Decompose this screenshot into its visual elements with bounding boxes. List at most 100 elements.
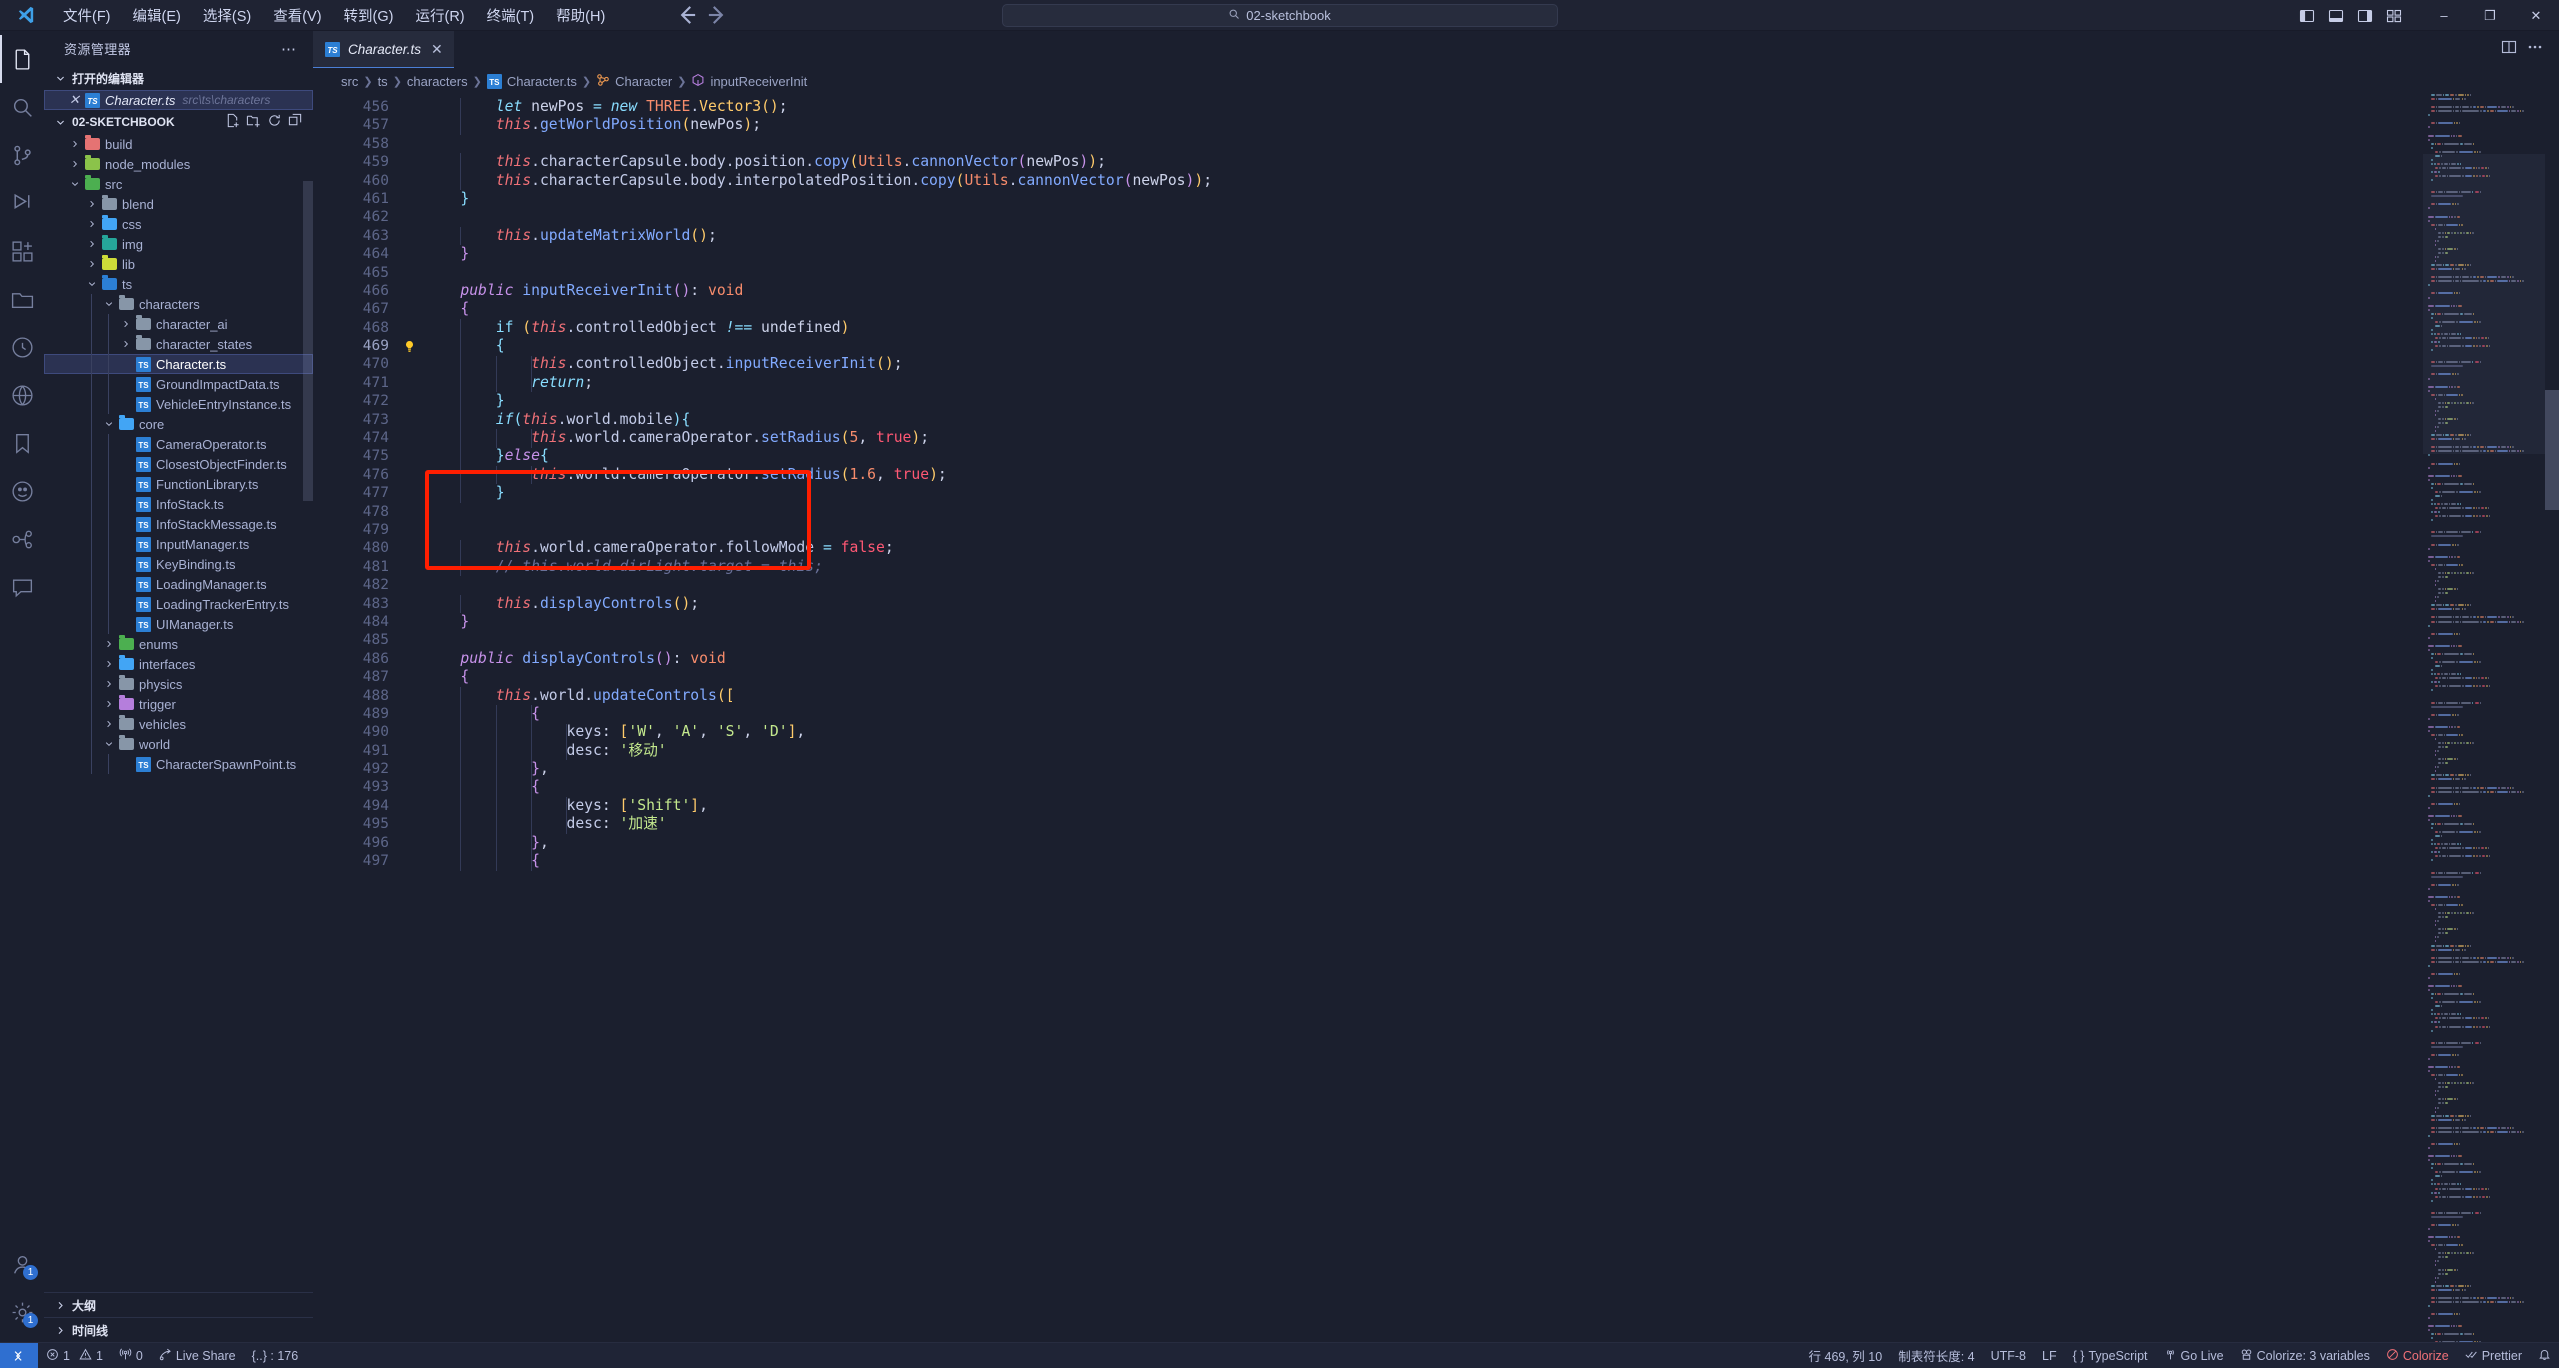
editor-actions[interactable] bbox=[2501, 31, 2559, 68]
file-tree[interactable]: build node_modules src blend css img lib ts char… bbox=[44, 134, 313, 1292]
tree-item-img[interactable]: img bbox=[44, 234, 313, 254]
refresh-icon[interactable] bbox=[267, 113, 282, 131]
activity-test-explorer[interactable] bbox=[0, 323, 44, 371]
code-line[interactable] bbox=[425, 503, 2423, 521]
status-notifications[interactable] bbox=[2530, 1343, 2559, 1368]
timeline-section-header[interactable]: 时间线 bbox=[44, 1318, 313, 1342]
code-line[interactable]: this.world.cameraOperator.setRadius(5, t… bbox=[425, 429, 2423, 447]
split-editor-icon[interactable] bbox=[2501, 39, 2517, 60]
breadcrumb-ts[interactable]: ts bbox=[378, 74, 388, 89]
code-line[interactable]: if(this.world.mobile){ bbox=[425, 411, 2423, 429]
activity-bookmarks[interactable] bbox=[0, 419, 44, 467]
tree-item-physics[interactable]: physics bbox=[44, 674, 313, 694]
toggle-panel-icon[interactable] bbox=[2323, 4, 2349, 28]
glyph-margin[interactable] bbox=[399, 94, 425, 1342]
editor-vertical-scrollbar[interactable] bbox=[2545, 94, 2559, 1342]
code-line[interactable]: } bbox=[425, 245, 2423, 263]
code-line[interactable]: this.world.updateControls([ bbox=[425, 687, 2423, 705]
code-line[interactable] bbox=[425, 576, 2423, 594]
code-line[interactable]: let newPos = new THREE.Vector3(); bbox=[425, 98, 2423, 116]
activity-run-and-debug[interactable] bbox=[0, 179, 44, 227]
tree-item-world[interactable]: world bbox=[44, 734, 313, 754]
activity-search[interactable] bbox=[0, 83, 44, 131]
code-line[interactable]: keys: ['W', 'A', 'S', 'D'], bbox=[425, 723, 2423, 741]
code-line[interactable]: { bbox=[425, 300, 2423, 318]
window-close-button[interactable]: ✕ bbox=[2513, 0, 2559, 31]
activity-comments[interactable] bbox=[0, 563, 44, 611]
menu-file[interactable]: 文件(F) bbox=[52, 1, 122, 30]
tree-item-core[interactable]: core bbox=[44, 414, 313, 434]
code-line[interactable]: } bbox=[425, 613, 2423, 631]
lightbulb-icon[interactable] bbox=[403, 337, 418, 355]
activity-extensions[interactable] bbox=[0, 227, 44, 275]
code-line[interactable] bbox=[425, 521, 2423, 539]
timeline-section[interactable]: 时间线 bbox=[44, 1317, 313, 1342]
code-line[interactable]: }, bbox=[425, 834, 2423, 852]
tab-character-ts[interactable]: TS Character.ts ✕ bbox=[313, 31, 455, 68]
tree-item-vehicleentryinstance-ts[interactable]: TS VehicleEntryInstance.ts bbox=[44, 394, 313, 414]
code-line[interactable]: // this.world.dirLight.target = this; bbox=[425, 558, 2423, 576]
status-live-share[interactable]: Live Share bbox=[151, 1343, 244, 1368]
customize-layout-icon[interactable] bbox=[2381, 4, 2407, 28]
layout-controls[interactable] bbox=[2294, 4, 2407, 28]
toggle-primary-sidebar-icon[interactable] bbox=[2294, 4, 2320, 28]
breadcrumb-src[interactable]: src bbox=[341, 74, 358, 89]
code-line[interactable]: desc: '加速' bbox=[425, 815, 2423, 833]
code-line[interactable]: this.characterCapsule.body.position.copy… bbox=[425, 153, 2423, 171]
activity-live-share[interactable] bbox=[0, 371, 44, 419]
activity-todo-tree[interactable] bbox=[0, 515, 44, 563]
tree-item-groundimpactdata-ts[interactable]: TS GroundImpactData.ts bbox=[44, 374, 313, 394]
activity-remote-explorer[interactable] bbox=[0, 275, 44, 323]
outline-section[interactable]: 大纲 bbox=[44, 1292, 313, 1317]
code-line[interactable] bbox=[425, 631, 2423, 649]
menu-selection[interactable]: 选择(S) bbox=[192, 1, 262, 30]
status-indentation[interactable]: 制表符长度: 4 bbox=[1890, 1343, 1982, 1368]
outline-section-header[interactable]: 大纲 bbox=[44, 1293, 313, 1317]
tree-item-keybinding-ts[interactable]: TS KeyBinding.ts bbox=[44, 554, 313, 574]
code-editor[interactable]: 456 457 458 459 460 461 462 463 464 465 466 467 468 4… bbox=[313, 94, 2559, 1342]
code-line[interactable]: { bbox=[425, 337, 2423, 356]
activity-explorer[interactable] bbox=[0, 35, 44, 83]
close-icon[interactable]: ✕ bbox=[66, 92, 83, 108]
quick-input-bar[interactable]: 02-sketchbook bbox=[1001, 3, 1558, 27]
status-prettier[interactable]: Prettier bbox=[2457, 1343, 2530, 1368]
toggle-secondary-sidebar-icon[interactable] bbox=[2352, 4, 2378, 28]
status-colorize-variables[interactable]: Colorize: 3 variables bbox=[2232, 1343, 2378, 1368]
tree-item-src[interactable]: src bbox=[44, 174, 313, 194]
code-line[interactable]: }, bbox=[425, 760, 2423, 778]
arrow-left-icon[interactable] bbox=[674, 4, 700, 26]
tree-item-closestobjectfinder-ts[interactable]: TS ClosestObjectFinder.ts bbox=[44, 454, 313, 474]
workspace-section-header[interactable]: 02-SKETCHBOOK bbox=[44, 110, 313, 134]
code-line[interactable]: { bbox=[425, 778, 2423, 796]
breadcrumb-class[interactable]: Character bbox=[596, 73, 672, 90]
code-line[interactable]: this.controlledObject.inputReceiverInit(… bbox=[425, 355, 2423, 373]
new-folder-icon[interactable] bbox=[246, 113, 261, 131]
navigation-arrows[interactable] bbox=[674, 4, 730, 26]
tree-item-vehicles[interactable]: vehicles bbox=[44, 714, 313, 734]
scrollbar-thumb[interactable] bbox=[2545, 390, 2559, 510]
breadcrumb-method[interactable]: inputReceiverInit bbox=[691, 73, 807, 90]
status-colorize-toggle[interactable]: Colorize bbox=[2378, 1343, 2457, 1368]
menu-terminal[interactable]: 终端(T) bbox=[476, 1, 546, 30]
tree-item-inputmanager-ts[interactable]: TS InputManager.ts bbox=[44, 534, 313, 554]
breadcrumb[interactable]: src ❯ ts ❯ characters ❯ TS Character.ts … bbox=[313, 68, 2559, 94]
code-line[interactable]: this.getWorldPosition(newPos); bbox=[425, 116, 2423, 134]
tree-item-functionlibrary-ts[interactable]: TS FunctionLibrary.ts bbox=[44, 474, 313, 494]
status-go-live[interactable]: Go Live bbox=[2156, 1343, 2232, 1368]
code-line[interactable] bbox=[425, 208, 2423, 226]
activity-source-control[interactable] bbox=[0, 131, 44, 179]
code-line[interactable]: keys: ['Shift'], bbox=[425, 797, 2423, 815]
workspace-actions[interactable] bbox=[225, 113, 313, 131]
tree-item-interfaces[interactable]: interfaces bbox=[44, 654, 313, 674]
tree-item-css[interactable]: css bbox=[44, 214, 313, 234]
status-problems[interactable]: 1 1 bbox=[38, 1343, 111, 1368]
more-actions-icon[interactable] bbox=[2527, 39, 2543, 60]
tree-item-blend[interactable]: blend bbox=[44, 194, 313, 214]
code-line[interactable] bbox=[425, 264, 2423, 282]
code-line[interactable]: this.updateMatrixWorld(); bbox=[425, 227, 2423, 245]
tree-item-character-ai[interactable]: character_ai bbox=[44, 314, 313, 334]
tree-item-characters[interactable]: characters bbox=[44, 294, 313, 314]
code-line[interactable]: desc: '移动' bbox=[425, 742, 2423, 760]
tree-item-cameraoperator-ts[interactable]: TS CameraOperator.ts bbox=[44, 434, 313, 454]
code-line[interactable]: public inputReceiverInit(): void bbox=[425, 282, 2423, 300]
